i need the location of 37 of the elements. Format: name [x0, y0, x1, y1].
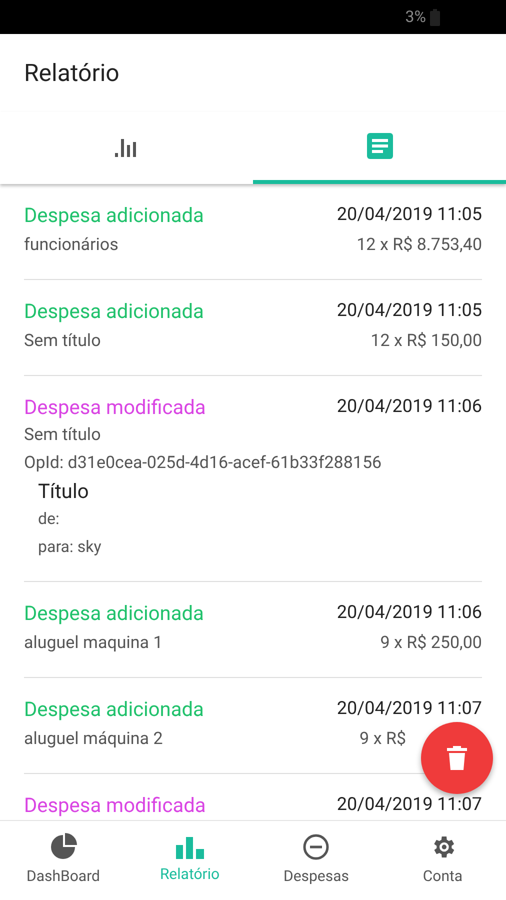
- entry-date: 20/04/2019 11:06: [336, 602, 482, 624]
- battery-icon: [430, 8, 440, 26]
- new-value: para: sky: [38, 536, 102, 558]
- changed-field: Título: [38, 479, 482, 503]
- entry-subtitle: aluguel maquina 1: [24, 632, 163, 654]
- nav-item[interactable]: DashBoard: [0, 821, 126, 900]
- entry-amount: 9 x R$ 250,00: [380, 632, 482, 654]
- bar-chart-icon: [176, 835, 204, 860]
- entry-amount: 12 x R$ 150,00: [370, 330, 482, 352]
- old-value: de:: [38, 508, 60, 530]
- delete-button[interactable]: [421, 722, 493, 794]
- entry-date: 20/04/2019 11:06: [336, 396, 482, 418]
- entry-subtitle: aluguel máquina 2: [24, 728, 163, 750]
- entry-title: Despesa adicionada: [24, 601, 204, 625]
- battery-percent: 3%: [405, 6, 426, 28]
- entry-title: Despesa modificada: [24, 793, 206, 817]
- entry-date: 20/04/2019 11:05: [336, 204, 482, 226]
- entry-subtitle: Sem título: [24, 330, 101, 352]
- document-icon: [366, 133, 392, 159]
- entry-date: 20/04/2019 11:07: [336, 794, 482, 816]
- entry-amount: 12 x R$ 8.753,40: [356, 234, 482, 256]
- nav-item[interactable]: Despesas: [253, 821, 380, 900]
- pie-chart-icon: [49, 833, 78, 862]
- entry-title: Despesa modificada: [24, 395, 206, 419]
- entry-subtitle: funcionários: [24, 234, 118, 256]
- operation-id: OpId: d31e0cea-025d-4d16-acef-61b33f288156: [24, 452, 383, 475]
- entry-amount: 9 x R$: [360, 728, 406, 750]
- entry-title: Despesa adicionada: [24, 203, 204, 227]
- page-title: Relatório: [24, 58, 120, 89]
- entry-title: Despesa adicionada: [24, 697, 204, 721]
- entry-date: 20/04/2019 11:05: [336, 300, 482, 322]
- entry-date: 20/04/2019 11:07: [336, 698, 482, 720]
- trash-icon: [447, 746, 467, 770]
- minus-circle-icon: [302, 833, 330, 862]
- entry-subtitle: Sem título: [24, 424, 101, 446]
- entry-title: Despesa adicionada: [24, 299, 204, 323]
- nav-item[interactable]: Conta: [380, 821, 506, 900]
